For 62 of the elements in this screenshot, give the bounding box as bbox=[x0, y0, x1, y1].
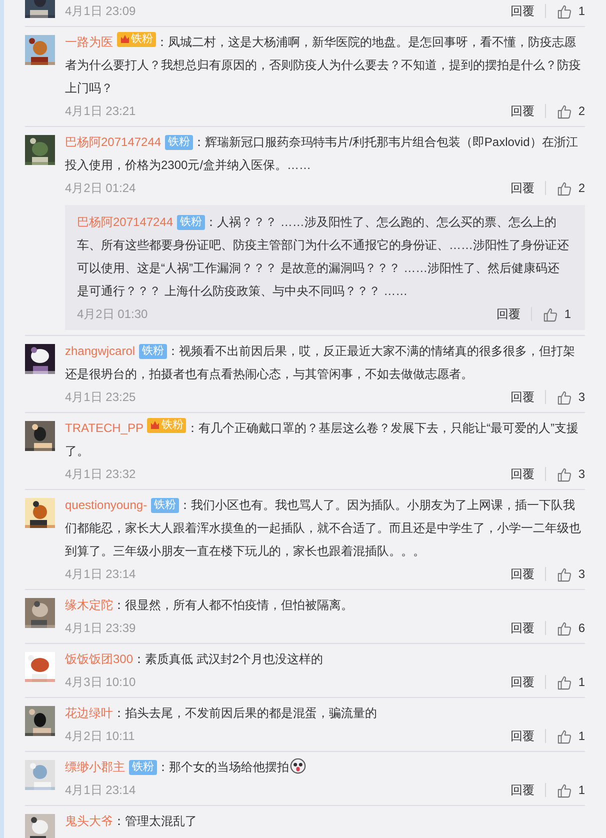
comment-text: TRATECH_PP 铁粉 ：有几个正确戴口罩的？基层这么卷？发展下去，只能让“最可爱的人”支援了。 bbox=[65, 417, 580, 460]
thumbs-up-icon bbox=[557, 4, 572, 18]
timestamp: 4月2日 01:24 bbox=[65, 180, 136, 197]
reply-button[interactable]: 回覆 bbox=[510, 177, 534, 199]
comment-text: 巴杨阿207147244 铁粉 ：人祸？？？ ……涉及阳性了、怎么跑的、怎么买的票、怎么上的车、所有这些都要身份证吧、防疫主管部门为什么不通报它的身份证、……涉阳性了身份证还可以使用、这是“人祸”工作漏洞？？？ 是故意的漏洞吗？？？ ……涉阳性了、然后健康码还是可通行？？？ 上海什么防疫政策、与中央不同吗？？？ …… bbox=[77, 214, 570, 300]
reply-button[interactable]: 回覆 bbox=[496, 303, 520, 325]
fan-badge: 铁粉 bbox=[151, 498, 180, 513]
timestamp: 4月1日 23:09 bbox=[65, 3, 136, 20]
thumbs-up-icon bbox=[557, 728, 572, 744]
like-button[interactable]: 3 bbox=[557, 386, 585, 408]
fan-badge: 铁粉 bbox=[139, 344, 168, 359]
timestamp: 4月2日 10:11 bbox=[65, 728, 135, 745]
timestamp: 4月1日 23:39 bbox=[65, 620, 136, 637]
timestamp: 4月1日 23:14 bbox=[65, 782, 136, 799]
comment-text: 饭饭饭团300：素质真低 武汉封2个月也没这样的 bbox=[65, 651, 324, 668]
like-button[interactable]: 3 bbox=[557, 463, 585, 485]
like-button[interactable]: 1 bbox=[557, 671, 585, 693]
comment-text: 缥缈小郡主 铁粉 ：那个女的当场给他摆拍 bbox=[65, 756, 585, 779]
reply-button[interactable]: 回覆 bbox=[510, 671, 534, 693]
comment-text: 巴杨阿207147244 铁粉 ：辉瑞新冠口服药奈玛特韦片/利托那韦片组合包装（即Paxlovid）在浙江投入使用，价格为2300元/盒并纳入医保。…… bbox=[65, 134, 579, 174]
thumbs-up-icon bbox=[557, 390, 572, 404]
thumbs-up-icon bbox=[557, 674, 572, 690]
thumbs-up-icon bbox=[543, 306, 558, 322]
reply-button[interactable]: 回覆 bbox=[510, 0, 534, 22]
thumbs-up-icon bbox=[557, 566, 572, 582]
thumbs-up-icon bbox=[557, 104, 572, 118]
comment-text: 鬼头大爷：管理太混乱了 bbox=[65, 813, 198, 830]
thumbs-up-icon bbox=[557, 466, 572, 482]
like-button[interactable]: 1 bbox=[557, 0, 585, 22]
like-button[interactable]: 2 bbox=[557, 100, 585, 122]
reply-button[interactable]: 回覆 bbox=[510, 617, 534, 639]
thumbs-up-icon bbox=[557, 782, 572, 798]
like-button[interactable]: 1 bbox=[557, 725, 585, 747]
reply-button[interactable]: 回覆 bbox=[510, 463, 534, 485]
reply-button[interactable]: 回覆 bbox=[510, 725, 534, 747]
fan-badge: 铁粉 bbox=[117, 32, 156, 47]
thumbs-up-icon bbox=[557, 180, 572, 196]
thumbs-up-icon bbox=[557, 620, 572, 636]
timestamp: 4月3日 10:10 bbox=[65, 674, 136, 691]
reply-button[interactable]: 回覆 bbox=[510, 100, 534, 122]
timestamp: 4月1日 23:32 bbox=[65, 466, 136, 483]
like-button[interactable]: 2 bbox=[557, 177, 585, 199]
reply-button[interactable]: 回覆 bbox=[510, 563, 534, 585]
like-button[interactable]: 6 bbox=[557, 617, 585, 639]
fan-badge: 铁粉 bbox=[129, 760, 157, 775]
comment-text: 缘木定陀：很显然，所有人都不怕疫情，但怕被隔离。 bbox=[65, 597, 354, 614]
timestamp: 4月2日 01:30 bbox=[77, 306, 148, 323]
fan-badge: 铁粉 bbox=[165, 135, 194, 150]
like-button[interactable]: 1 bbox=[557, 779, 585, 801]
reply-button[interactable]: 回覆 bbox=[510, 779, 534, 801]
reply-button[interactable]: 回覆 bbox=[510, 386, 534, 408]
comment-text: questionyoung- 铁粉 ：我们小区也有。我也骂人了。因为插队。小朋友为了上网课，插一下队我们都能忍，家长大人跟着浑水摸鱼的一起插队，就不合适了。而且还是中学生了，小学一二年级也到算了。三年级小朋友一直在楼下玩儿的，家长也跟着混插队。。。 bbox=[65, 497, 582, 560]
fan-badge: 铁粉 bbox=[177, 215, 206, 230]
timestamp: 4月1日 23:21 bbox=[65, 103, 136, 120]
comment-text: 花边绿叶：掐头去尾，不发前因后果的都是混蛋，骗流量的 bbox=[65, 705, 378, 722]
timestamp: 4月1日 23:25 bbox=[65, 389, 136, 406]
like-button[interactable]: 3 bbox=[557, 563, 585, 585]
comment-text: zhangwjcarol 铁粉 ：视频看不出前因后果，哎，反正最近大家不满的情绪真的很多很多，但打架还是很坍台的，拍摄者也有点看热闹心态，与其管闲事，不如去做做志愿者。 bbox=[65, 343, 576, 383]
fan-badge: 铁粉 bbox=[147, 418, 186, 433]
timestamp: 4月1日 23:14 bbox=[65, 566, 136, 583]
like-button[interactable]: 1 bbox=[543, 303, 571, 325]
comment-text: 一路为医 铁粉 ：凤城二村，这是大杨浦啊，新华医院的地盘。是怎回事呀，看不懂，防疫志愿者为什么要打人？我想总归有原因的，否则防疫人为什么要去？不知道，提到的摆拍是什么？防疫上门吗？ bbox=[65, 31, 582, 97]
